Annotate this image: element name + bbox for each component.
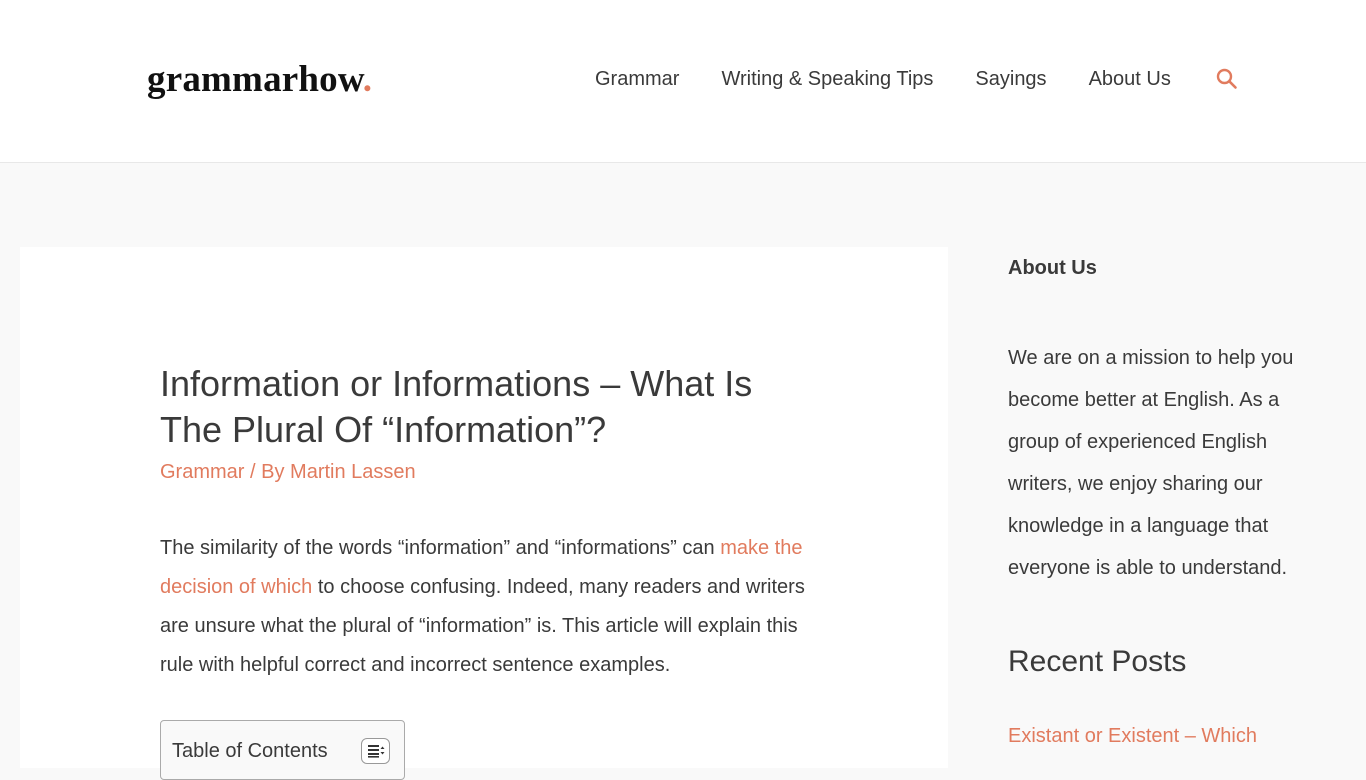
article-intro: The similarity of the words “information…: [160, 529, 820, 685]
about-text: We are on a mission to help you become b…: [1008, 347, 1294, 579]
article-card: Information or Informations – What Is Th…: [20, 247, 948, 780]
category-link[interactable]: Grammar: [160, 461, 244, 483]
site-header: grammarhow. Grammar Writing & Speaking T…: [0, 0, 1366, 163]
search-icon[interactable]: [1215, 67, 1239, 91]
intro-text-before: The similarity of the words “information…: [160, 537, 721, 559]
table-of-contents: Table of Contents: [160, 720, 405, 780]
logo-dot: .: [362, 59, 373, 100]
nav-item-grammar[interactable]: Grammar: [595, 68, 679, 91]
recent-post-link[interactable]: Existant or Existent – Which: [1008, 725, 1257, 747]
article-title: Information or Informations – What Is Th…: [160, 363, 753, 450]
recent-posts-title: Recent Posts: [1008, 645, 1187, 678]
logo-text: grammarhow: [147, 59, 363, 100]
toc-toggle-button[interactable]: [361, 738, 390, 764]
article-meta: Grammar / By Martin Lassen: [160, 461, 416, 484]
sidebar: About Us We are on a mission to help you…: [1008, 255, 1328, 747]
meta-separator: / By: [244, 461, 291, 483]
toc-title: Table of Contents: [172, 740, 328, 762]
list-toggle-icon: [367, 745, 384, 758]
recent-posts-list: Existant or Existent – Which: [1008, 725, 1257, 748]
author-link[interactable]: Martin Lassen: [290, 461, 416, 483]
nav-item-sayings[interactable]: Sayings: [975, 68, 1046, 91]
site-logo[interactable]: grammarhow.: [147, 58, 372, 101]
main-nav: Grammar Writing & Speaking Tips Sayings …: [595, 68, 1239, 91]
about-title: About Us: [1008, 257, 1097, 279]
nav-item-about-us[interactable]: About Us: [1089, 68, 1171, 91]
about-widget: About Us We are on a mission to help you…: [1008, 255, 1328, 589]
nav-item-writing-speaking-tips[interactable]: Writing & Speaking Tips: [721, 68, 933, 91]
list-item: Existant or Existent – Which: [1008, 725, 1257, 748]
